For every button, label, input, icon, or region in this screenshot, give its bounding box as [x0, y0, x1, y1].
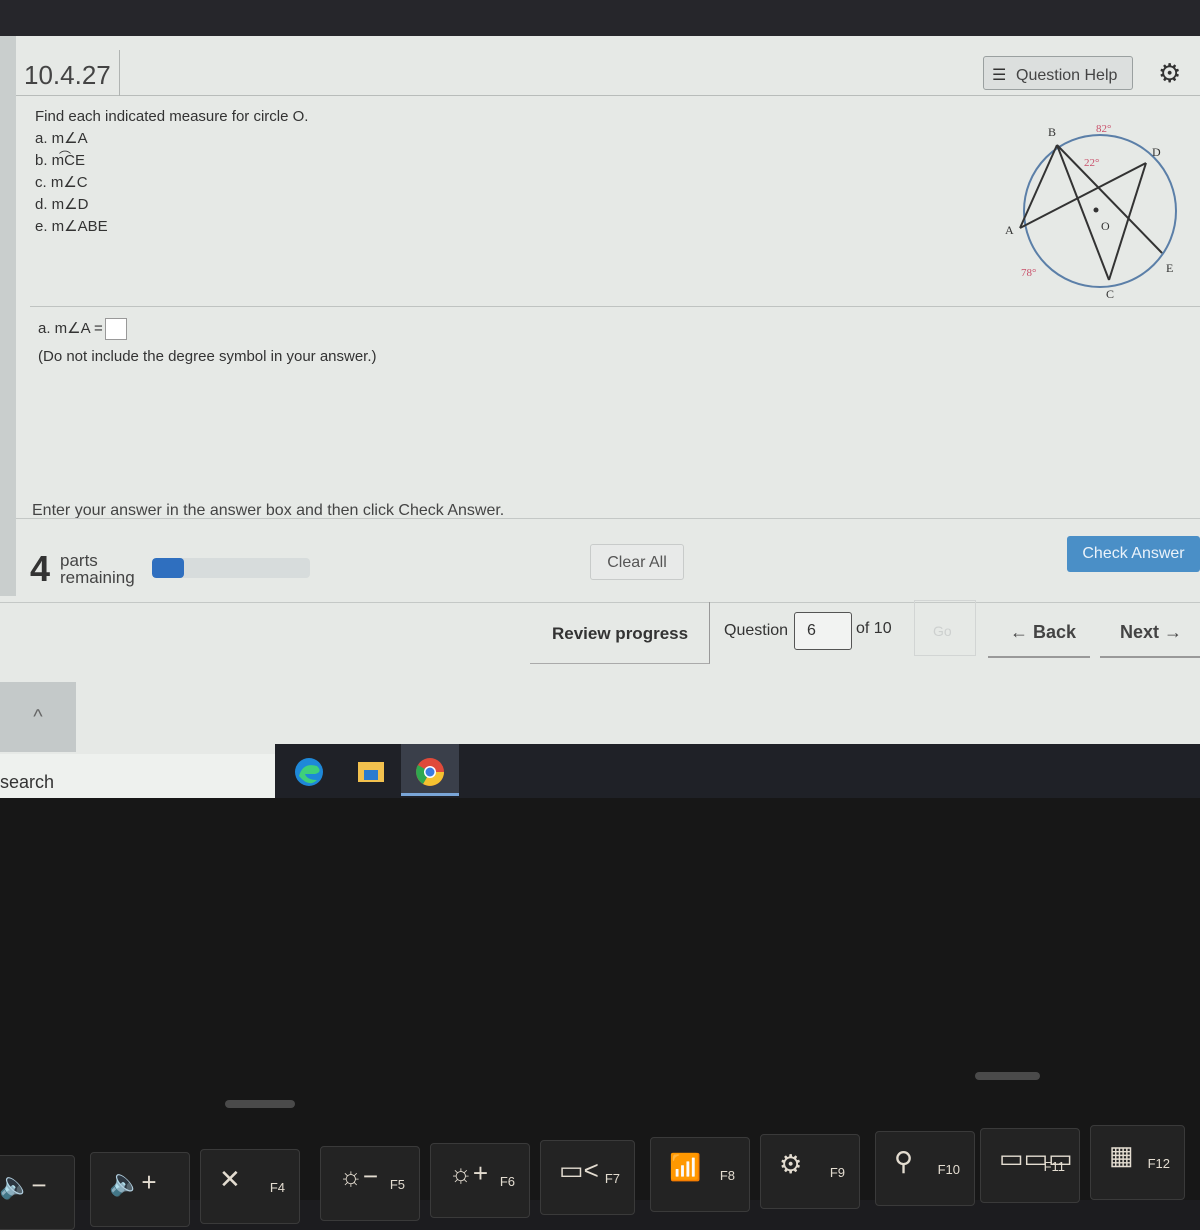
divider: [30, 306, 1200, 307]
label-o: O: [1101, 219, 1110, 233]
problem-item-d: d. m∠D: [35, 196, 89, 213]
problem-prompt: Find each indicated measure for circle O…: [35, 108, 309, 125]
answer-area: a. m∠A = (Do not include the degree symb…: [38, 318, 377, 365]
chord-dc: [1108, 162, 1147, 281]
answer-label: a. m∠A =: [38, 319, 103, 337]
parts-remaining-label: parts remaining: [60, 552, 160, 586]
hinge: [975, 1072, 1040, 1080]
key-label: F9: [829, 1165, 845, 1180]
key-label: F6: [499, 1174, 515, 1189]
remaining-label: remaining: [60, 568, 135, 587]
question-navigation: Review progress Question 6 of 10 Go ← Ba…: [530, 600, 1200, 666]
key-label: F5: [389, 1177, 405, 1192]
key-label: F12: [1147, 1156, 1170, 1171]
chrome-icon[interactable]: [414, 756, 446, 788]
question-help-button[interactable]: ☰ Question Help: [983, 56, 1133, 90]
next-button[interactable]: Next →: [1100, 600, 1200, 658]
edge-icon[interactable]: [293, 756, 325, 788]
apps-grid-icon: ▦: [1109, 1140, 1134, 1170]
problem-item-a: a. m∠A: [35, 130, 88, 147]
key-f7[interactable]: ▭< F7: [540, 1140, 635, 1215]
parts-remaining-count: 4: [30, 548, 51, 589]
label-d: D: [1152, 145, 1161, 159]
arc-bd-measure: 82°: [1096, 123, 1111, 135]
parts-progress-fill: [152, 558, 184, 578]
back-button[interactable]: ← Back: [988, 600, 1090, 658]
mic-mute-icon: ✕: [219, 1164, 241, 1194]
screen: 10.4.27 ☰ Question Help ⚙ Find each indic…: [0, 36, 1200, 798]
brightness-down-icon: ☼−: [339, 1161, 379, 1191]
chord-be: [1056, 144, 1163, 254]
center-point: [1093, 207, 1099, 213]
parts-progress-bar: [152, 558, 310, 578]
label-e: E: [1166, 261, 1173, 275]
angle-dbe-measure: 22°: [1084, 157, 1099, 169]
problem-item-b: b. mCE ⌒: [35, 150, 308, 172]
label-c: C: [1106, 287, 1114, 300]
key-label: F10: [937, 1162, 960, 1177]
chord-ba: [1019, 144, 1058, 229]
file-explorer-icon[interactable]: [355, 756, 387, 788]
label-a: A: [1005, 223, 1014, 237]
volume-up-icon: 🔈+: [109, 1167, 157, 1197]
volume-down-icon: 🔈−: [0, 1170, 47, 1200]
problem-item-c: c. m∠C: [35, 174, 88, 191]
go-button[interactable]: Go: [914, 600, 976, 656]
left-edge-strip: [0, 36, 16, 596]
key-f10[interactable]: ⚲ F10: [875, 1131, 975, 1206]
key-label: F8: [719, 1168, 735, 1183]
question-number-label: Question: [724, 622, 789, 639]
key-f11[interactable]: ▭▭▭ F11: [980, 1128, 1080, 1203]
circle-diagram: B D A E C O 82° 22° 78°: [1005, 123, 1177, 300]
chord-bc: [1056, 144, 1110, 281]
check-answer-button[interactable]: Check Answer: [1067, 536, 1200, 572]
key-f8[interactable]: 📶 F8: [650, 1137, 750, 1212]
key-label: F4: [269, 1180, 285, 1195]
question-help-label: Question Help: [1016, 67, 1118, 84]
label-b: B: [1048, 125, 1056, 139]
parts-label: parts: [60, 551, 98, 570]
monitor-bezel-top: [0, 0, 1200, 40]
key-f4[interactable]: ✕ F4: [200, 1149, 300, 1224]
taskbar: [275, 744, 1200, 798]
arc-ac-measure: 78°: [1021, 267, 1036, 279]
key-label: F7: [604, 1171, 620, 1186]
key-f9[interactable]: ⚙ F9: [760, 1134, 860, 1209]
question-total: of 10: [856, 620, 892, 637]
taskbar-search[interactable]: search: [0, 754, 275, 798]
list-icon: ☰: [992, 67, 1007, 84]
display-switch-icon: ▭<: [559, 1155, 599, 1185]
key-f6[interactable]: ☼+ F6: [430, 1143, 530, 1218]
question-id: 10.4.27: [16, 50, 120, 96]
arc-symbol-icon: ⌒: [59, 150, 72, 164]
problem-statement: Find each indicated measure for circle O…: [35, 106, 308, 238]
settings-icon: ⚙: [779, 1149, 803, 1179]
problem-item-e: e. m∠ABE: [35, 218, 108, 235]
hinge: [225, 1100, 295, 1108]
search-icon: ⚲: [894, 1146, 914, 1176]
key-f12[interactable]: ▦ F12: [1090, 1125, 1185, 1200]
answer-note: (Do not include the degree symbol in you…: [38, 348, 377, 365]
key-media-0[interactable]: 🔈−: [0, 1155, 75, 1230]
question-number-input[interactable]: 6: [794, 612, 852, 650]
clear-all-button[interactable]: Clear All: [590, 544, 684, 580]
review-progress-button[interactable]: Review progress: [530, 602, 710, 664]
function-key-row: 🔈− 🔈+ ✕ F4 ☼− F5 ☼+ F6 ▭< F7 📶 F8 ⚙ F9 ⚲ F10 ▭▭▭ F11 ▦ F12: [0, 1125, 1200, 1230]
divider: [16, 518, 1200, 519]
chevron-up-icon[interactable]: ^: [0, 682, 76, 752]
key-label: F11: [1043, 1159, 1065, 1174]
question-header: 10.4.27 ☰ Question Help ⚙: [16, 44, 1200, 96]
key-f5[interactable]: ☼− F5: [320, 1146, 420, 1221]
wireless-off-icon: 📶: [669, 1152, 702, 1182]
answer-input[interactable]: [104, 318, 127, 340]
key-media-1[interactable]: 🔈+: [90, 1152, 190, 1227]
brightness-up-icon: ☼+: [449, 1158, 489, 1188]
gear-icon[interactable]: ⚙: [1158, 58, 1181, 89]
